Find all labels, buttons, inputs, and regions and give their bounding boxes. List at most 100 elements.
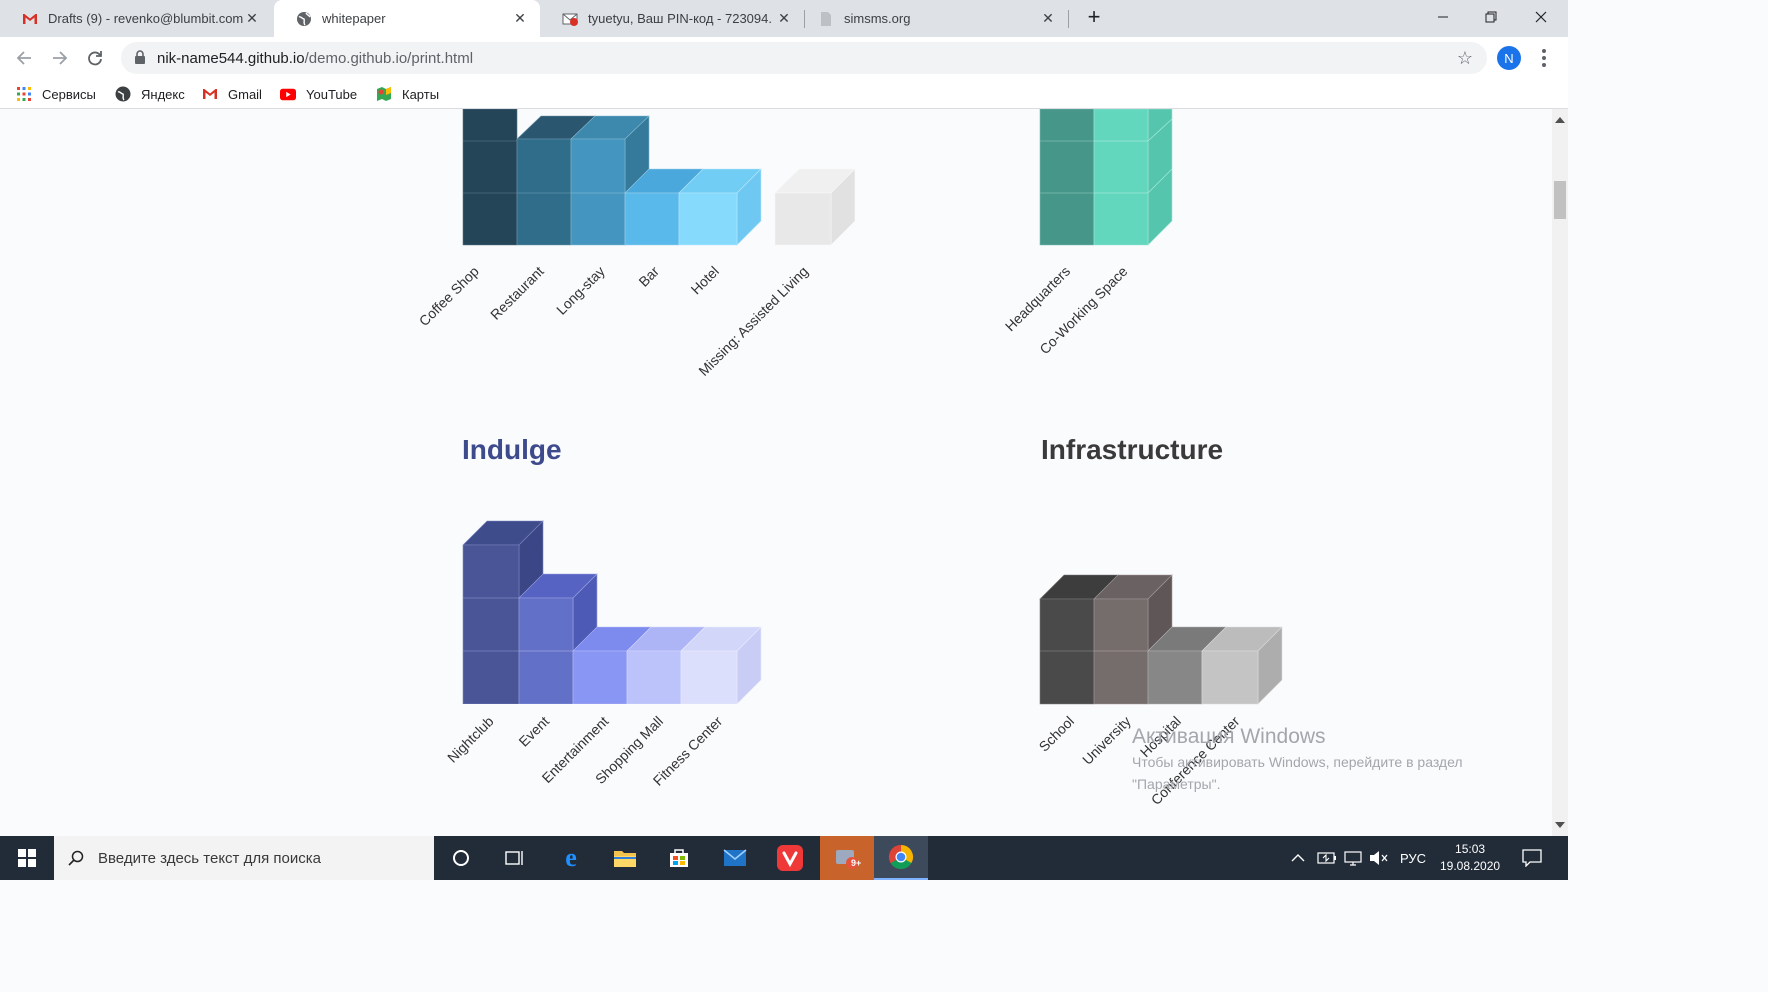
task-view-button[interactable]	[488, 836, 542, 880]
cortana-icon	[453, 850, 469, 866]
notifications-app-taskbar-button[interactable]: 9+	[820, 836, 874, 880]
taskbar-search-box[interactable]: Введите здесь текст для поиска	[54, 836, 434, 880]
watermark-title: Активация Windows	[1132, 725, 1326, 748]
maps-icon	[376, 86, 392, 102]
windows-activation-watermark: Активация Windows Чтобы активировать Win…	[1132, 725, 1512, 795]
close-icon[interactable]: ✕	[244, 10, 260, 27]
yandex-icon	[115, 86, 131, 102]
folder-icon	[614, 851, 636, 867]
forward-button[interactable]	[45, 43, 75, 73]
avatar[interactable]: N	[1497, 46, 1521, 70]
scrollbar[interactable]	[1552, 109, 1568, 836]
start-button[interactable]	[0, 836, 54, 880]
volume-muted-icon[interactable]	[1369, 836, 1389, 880]
bookmarks-bar: Сервисы Яндекс Gmail YouTube Карты	[0, 79, 1568, 109]
cube-column-co-working-space	[1093, 109, 1173, 246]
clock[interactable]: 15:03 19.08.2020	[1440, 836, 1500, 880]
url-path: /demo.github.io/print.html	[304, 50, 474, 67]
new-tab-button[interactable]: +	[1072, 0, 1116, 34]
tab-title: Drafts (9) - revenko@blumbit.com	[48, 11, 244, 26]
bookmark-label: Карты	[402, 86, 440, 102]
cube-chart-infrastructure	[1039, 574, 1283, 705]
tab-gmail[interactable]: Drafts (9) - revenko@blumbit.com ✕	[0, 0, 272, 37]
star-icon[interactable]: ☆	[1457, 48, 1473, 69]
bookmark-yandex[interactable]: Яндекс	[115, 84, 185, 104]
tab-simsms[interactable]: simsms.org ✕	[796, 0, 1068, 37]
tray-overflow-chevron-icon[interactable]	[1291, 836, 1305, 880]
bookmark-youtube[interactable]: YouTube	[280, 84, 357, 104]
cube-chart-indulge	[462, 520, 762, 704]
store-taskbar-button[interactable]	[652, 836, 706, 880]
close-icon[interactable]: ✕	[512, 10, 528, 27]
notification-badge: 9+	[851, 858, 862, 868]
page-content: Coffee Shop Restaurant Long-stay Bar Hot…	[0, 109, 1552, 836]
windows-taskbar: Введите здесь текст для поиска e 9+ РУС …	[0, 836, 1568, 880]
cube-chart-hospitality	[462, 109, 856, 246]
tab-whitepaper[interactable]: whitepaper ✕	[274, 0, 540, 37]
bookmark-gmail[interactable]: Gmail	[202, 84, 262, 104]
edge-taskbar-button[interactable]: e	[544, 836, 598, 880]
axis-label: Nightclub	[443, 713, 497, 766]
cube-column-hotel	[678, 168, 762, 246]
cortana-button[interactable]	[434, 836, 488, 880]
chrome-icon	[888, 845, 914, 870]
globe-icon	[296, 11, 312, 27]
clock-date: 19.08.2020	[1440, 859, 1501, 873]
edge-icon: e	[565, 843, 577, 872]
mail-envelope-icon	[723, 849, 747, 866]
minimize-button[interactable]	[1420, 0, 1466, 34]
close-window-button[interactable]	[1518, 0, 1564, 34]
chrome-taskbar-button[interactable]	[874, 836, 928, 880]
bookmark-services[interactable]: Сервисы	[16, 84, 96, 104]
axis-label: Long-stay	[552, 263, 608, 318]
close-icon[interactable]: ✕	[1040, 10, 1056, 27]
scrollbar-thumb[interactable]	[1554, 181, 1566, 219]
scroll-up-arrow-icon[interactable]	[1555, 117, 1565, 123]
gmail-icon	[202, 86, 218, 102]
file-explorer-taskbar-button[interactable]	[598, 836, 652, 880]
restore-button[interactable]	[1468, 0, 1514, 34]
search-icon	[68, 850, 84, 866]
bookmark-label: Gmail	[228, 86, 262, 102]
network-icon[interactable]	[1343, 836, 1363, 880]
task-view-icon	[505, 851, 523, 865]
bookmark-label: YouTube	[306, 86, 358, 102]
language-indicator[interactable]: РУС	[1400, 836, 1426, 880]
axis-label: Hotel	[687, 263, 723, 298]
back-button[interactable]	[9, 43, 39, 73]
axis-label: Bar	[635, 263, 663, 290]
arrow-right-icon	[53, 51, 68, 65]
axis-label: Coffee Shop	[416, 263, 483, 330]
close-icon[interactable]: ✕	[776, 10, 792, 27]
bookmark-label: Яндекс	[141, 86, 185, 102]
mail-icon	[562, 11, 578, 27]
tab-separator	[1068, 10, 1069, 28]
battery-icon[interactable]	[1317, 836, 1337, 880]
section-title-indulge: Indulge	[462, 434, 562, 465]
action-center-icon[interactable]	[1522, 836, 1542, 880]
mail-taskbar-button[interactable]	[708, 836, 762, 880]
bookmark-label: Сервисы	[42, 86, 96, 102]
tab-bar: Drafts (9) - revenko@blumbit.com ✕ white…	[0, 0, 1568, 37]
axis-label: Event	[515, 713, 553, 750]
axis-label: University	[1078, 713, 1134, 768]
tab-title: whitepaper	[322, 11, 386, 26]
vivaldi-icon	[777, 845, 803, 871]
menu-kebab-icon[interactable]	[1536, 47, 1552, 69]
scroll-down-arrow-icon[interactable]	[1555, 822, 1565, 828]
reload-button[interactable]	[80, 43, 110, 73]
bookmark-maps[interactable]: Карты	[376, 84, 439, 104]
store-icon	[670, 849, 688, 867]
cube-column-coffee-shop	[462, 109, 518, 246]
tab-pin-mail[interactable]: tyuetyu, Ваш PIN-код - 723094. Н ✕	[540, 0, 804, 37]
lock-icon[interactable]	[134, 50, 146, 70]
tab-title: tyuetyu, Ваш PIN-код - 723094. Н	[588, 11, 776, 26]
youtube-icon	[280, 86, 296, 102]
axis-label: School	[1035, 713, 1078, 755]
vivaldi-taskbar-button[interactable]	[763, 836, 817, 880]
address-bar[interactable]: nik-name544.github.io/demo.github.io/pri…	[121, 42, 1487, 74]
taskbar-search-placeholder: Введите здесь текст для поиска	[98, 849, 321, 867]
tab-title: simsms.org	[844, 11, 911, 26]
windows-logo-icon	[18, 849, 36, 867]
apps-grid-icon	[16, 86, 32, 102]
